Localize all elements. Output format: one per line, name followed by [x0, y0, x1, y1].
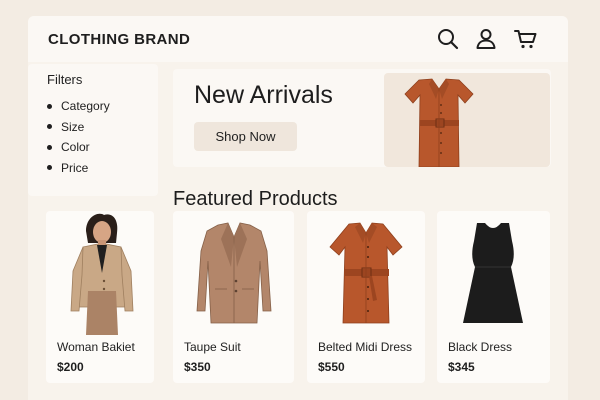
brand-logo[interactable]: CLOTHING BRAND: [48, 31, 190, 48]
filter-color[interactable]: Color: [47, 137, 158, 158]
bullet-icon: [47, 165, 52, 171]
product-name: Black Dress: [448, 340, 513, 354]
bullet-icon: [47, 144, 52, 150]
product-price: $550: [318, 360, 345, 374]
hero-image[interactable]: [384, 73, 550, 168]
belted-midi-dress-illustration: [329, 222, 403, 324]
product-price: $350: [184, 360, 211, 374]
filter-size[interactable]: Size: [47, 117, 158, 138]
search-icon[interactable]: [436, 27, 460, 51]
product-name: Woman Bakiet: [57, 340, 135, 354]
featured-products-title: Featured Products: [173, 188, 338, 210]
product-price: $345: [448, 360, 475, 374]
hero-title: New Arrivals: [194, 81, 333, 109]
bullet-icon: [47, 103, 52, 109]
filter-label: Size: [61, 119, 85, 134]
hero-banner: New Arrivals Shop Now: [173, 69, 551, 168]
product-name: Taupe Suit: [184, 340, 241, 354]
black-dress-illustration: [463, 223, 523, 323]
product-card-belted-midi-dress[interactable]: Belted Midi Dress $550: [307, 211, 425, 383]
page-frame: CLOTHING BRAND Filters Category Size Col…: [28, 16, 568, 400]
product-card-woman-blazer[interactable]: Woman Bakiet $200: [46, 211, 154, 383]
product-price: $200: [57, 360, 84, 374]
top-header: CLOTHING BRAND: [28, 16, 568, 62]
product-name: Belted Midi Dress: [318, 340, 413, 354]
filter-price[interactable]: Price: [47, 158, 158, 179]
product-card-black-dress[interactable]: Black Dress $345: [437, 211, 550, 383]
filters-title: Filters: [47, 72, 83, 87]
filter-label: Price: [61, 160, 89, 175]
filter-category[interactable]: Category: [47, 96, 158, 117]
bullet-icon: [47, 124, 52, 130]
product-card-taupe-suit[interactable]: Taupe Suit $350: [173, 211, 294, 383]
cart-icon[interactable]: [514, 27, 538, 51]
user-icon[interactable]: [474, 27, 498, 51]
filter-label: Color: [61, 140, 90, 155]
taupe-suit-illustration: [196, 222, 272, 324]
filter-label: Category: [61, 99, 110, 114]
woman-blazer-illustration: [70, 213, 134, 335]
rust-dress-illustration: [404, 78, 474, 168]
filters-panel: Filters Category Size Color Price: [28, 64, 158, 196]
shop-now-button[interactable]: Shop Now: [194, 122, 297, 151]
